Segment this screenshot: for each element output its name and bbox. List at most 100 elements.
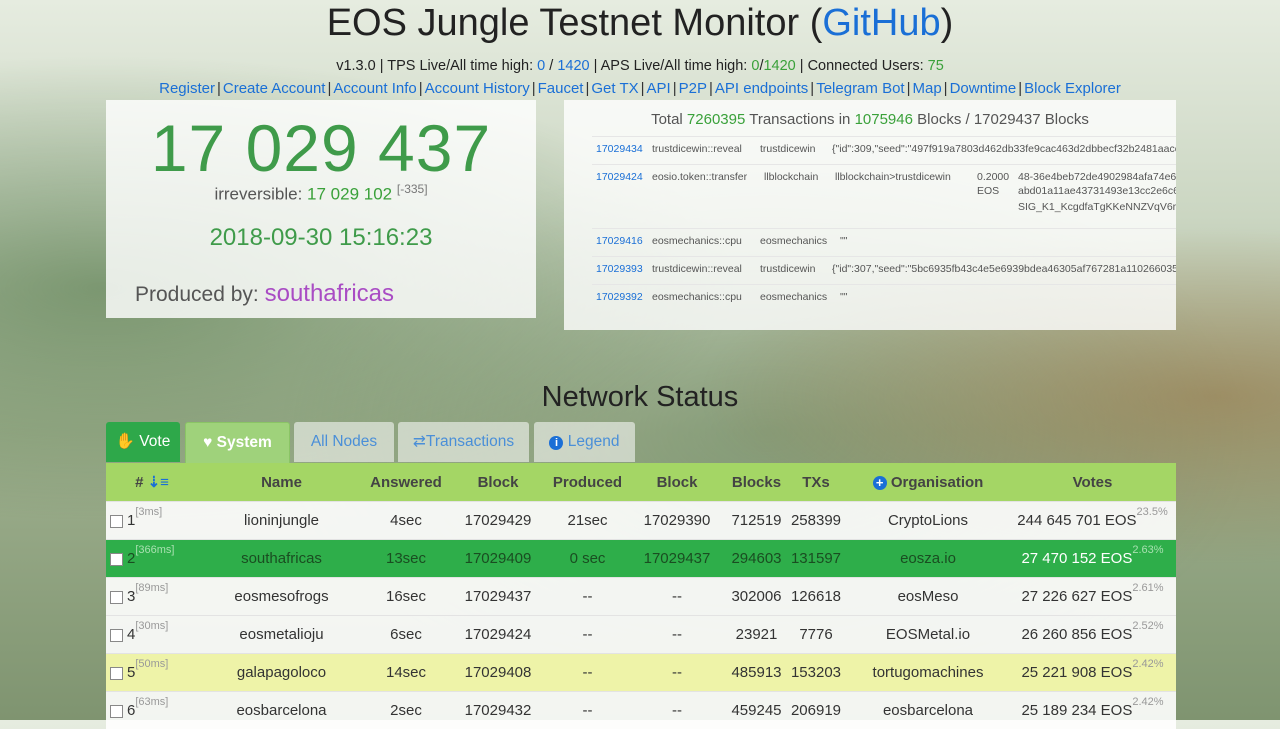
nav-link-downtime[interactable]: Downtime [950,80,1017,97]
tab-legend[interactable]: i Legend [534,422,635,462]
table-row[interactable]: 1[3ms]lioninjungle4sec1702942921sec17029… [106,502,1176,540]
nav-link-account-history[interactable]: Account History [425,80,530,97]
producer-name-cell: southafricas [198,540,365,578]
plus-circle-icon[interactable]: + [873,476,887,490]
row-checkbox[interactable] [110,515,123,528]
table-row[interactable]: 6[63ms]eosbarcelona2sec17029432----45924… [106,692,1176,729]
block-cell: 17029408 [447,654,549,692]
exchange-icon: ⇄ [413,422,426,462]
table-row[interactable]: 2[366ms]southafricas13sec170294090 sec17… [106,540,1176,578]
nav-link-register[interactable]: Register [159,80,215,97]
producer-name-cell: eosmetalioju [198,616,365,654]
nav-link-api-endpoints[interactable]: API endpoints [715,80,808,97]
tps-label: TPS Live/All time high: [387,58,533,74]
tx-row: 17029393 trustdicewin::reveal trustdicew… [592,256,1176,285]
transactions-summary: Total 7260395 Transactions in 1075946 Bl… [564,111,1176,128]
produced-cell: -- [549,578,626,616]
tx-memo: abd01a11ae43731493e13cc2e6c62d4a73bb3fe1… [1018,185,1176,197]
col-blocks[interactable]: Blocks [728,463,785,502]
txs-cell: 206919 [785,692,847,729]
version: v1.3.0 [336,58,376,74]
tab-system[interactable]: ♥ System [185,422,290,464]
blocks-cell: 459245 [728,692,785,729]
produced-block-cell: -- [626,616,728,654]
col-name[interactable]: Name [198,463,365,502]
tx-actor: llblockchain [764,171,818,183]
nav-links: Register | Create Account | Account Info | Acc… [0,80,1280,97]
nav-link-faucet[interactable]: Faucet [538,80,584,97]
blocks-cell: 302006 [728,578,785,616]
answered-cell: 16sec [365,578,447,616]
answered-cell: 4sec [365,502,447,540]
votes-cell: 244 645 701 EOS23.5% [1009,502,1176,540]
votes-amount: 26 260 856 EOS [1021,626,1132,643]
answered-cell: 6sec [365,616,447,654]
row-checkbox[interactable] [110,705,123,718]
col-rank[interactable]: # ⇣≡ [106,463,198,502]
tx-block-link[interactable]: 17029392 [596,291,643,303]
latency: [89ms] [135,582,168,594]
col-votes[interactable]: Votes [1009,463,1176,502]
col-txs[interactable]: TXs [785,463,847,502]
nav-link-map[interactable]: Map [912,80,941,97]
tx-data: {"id":309,"seed":"497f919a7803d462db33fe… [832,143,1176,155]
chain-blocks: 17029437 Blocks [974,111,1089,128]
nav-link-telegram-bot[interactable]: Telegram Bot [816,80,904,97]
col-organisation[interactable]: + Organisation [847,463,1009,502]
tx-data: llblockchain>trustdicewin [835,171,951,183]
tab-transactions[interactable]: ⇄Transactions [398,422,529,462]
irreversible-block: 17 029 102 [307,185,392,204]
table-row[interactable]: 5[50ms]galapagoloco14sec17029408----4859… [106,654,1176,692]
latency: [63ms] [135,696,168,708]
nav-link-block-explorer[interactable]: Block Explorer [1024,80,1121,97]
tx-block-link[interactable]: 17029424 [596,171,643,183]
sort-icon[interactable]: ⇣≡ [148,474,169,491]
nav-separator: | [907,80,911,97]
nav-separator: | [1018,80,1022,97]
col-block[interactable]: Block [447,463,549,502]
votes-cell: 27 470 152 EOS2.63% [1009,540,1176,578]
produced-cell: -- [549,654,626,692]
nav-link-api[interactable]: API [647,80,671,97]
table-row[interactable]: 4[30ms]eosmetalioju6sec17029424----23921… [106,616,1176,654]
row-checkbox[interactable] [110,629,123,642]
tab-vote[interactable]: ✋ Vote [106,422,180,462]
col-produced-block[interactable]: Block [626,463,728,502]
produced-block-cell: 17029437 [626,540,728,578]
nav-link-account-info[interactable]: Account Info [333,80,416,97]
tx-block-link[interactable]: 17029434 [596,143,643,155]
table-row[interactable]: 3[89ms]eosmesofrogs16sec17029437----3020… [106,578,1176,616]
title-end: ) [941,2,954,44]
produced-block-cell: -- [626,654,728,692]
row-checkbox[interactable] [110,591,123,604]
nav-link-p2p[interactable]: P2P [679,80,707,97]
txs-cell: 153203 [785,654,847,692]
votes-percent: 2.52% [1132,620,1163,632]
title-text: EOS Jungle Testnet Monitor ( [327,2,823,44]
produced-block-cell: -- [626,578,728,616]
tx-block-link[interactable]: 17029393 [596,263,643,275]
github-link[interactable]: GitHub [822,2,940,44]
row-checkbox[interactable] [110,667,123,680]
in-label: Transactions in [749,111,850,128]
rank-cell: 5[50ms] [106,654,198,692]
votes-amount: 25 221 908 EOS [1021,664,1132,681]
row-checkbox[interactable] [110,553,123,566]
col-produced[interactable]: Produced [549,463,626,502]
organisation-cell: tortugomachines [847,654,1009,692]
votes-percent: 23.5% [1137,506,1168,518]
tx-block-link[interactable]: 17029416 [596,235,643,247]
organisation-cell: CryptoLions [847,502,1009,540]
produced-label: Produced by: [135,283,259,306]
votes-cell: 25 189 234 EOS2.42% [1009,692,1176,729]
users-count: 75 [928,58,944,74]
nav-link-get-tx[interactable]: Get TX [591,80,638,97]
nodes-table: # ⇣≡ Name Answered Block Produced Block … [106,463,1176,729]
tab-legend-label: Legend [568,433,620,450]
tab-all-nodes[interactable]: All Nodes [294,422,394,462]
col-answered[interactable]: Answered [365,463,447,502]
nav-separator: | [585,80,589,97]
aps-high: 1420 [763,58,795,74]
nav-separator: | [673,80,677,97]
nav-link-create-account[interactable]: Create Account [223,80,326,97]
